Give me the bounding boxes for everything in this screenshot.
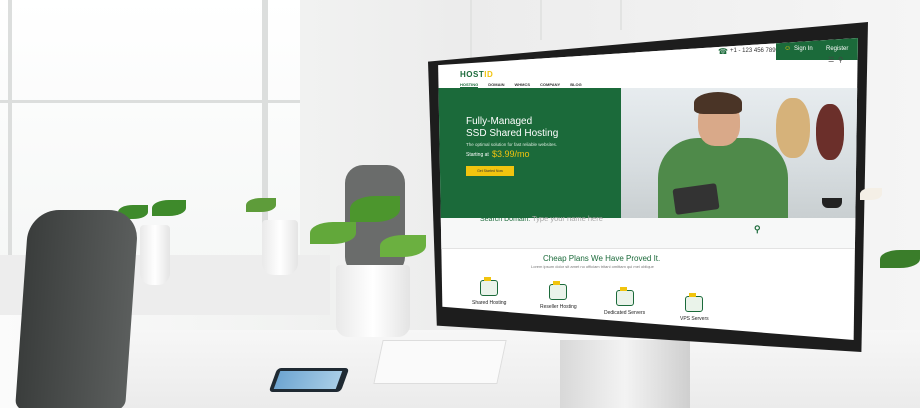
- flower: [860, 188, 882, 200]
- smartphone-screen: [273, 371, 343, 389]
- plant-leaf: [880, 250, 920, 268]
- office-scene: ☎ +1 - 123 456 7899 ☺ Sign In Register H…: [0, 0, 920, 408]
- hero-coffee-cup: [822, 198, 842, 208]
- search-domain-label: Search Domain:: [480, 216, 531, 223]
- plans-subtitle: Lorem ipsum dolor sit amet no officiam t…: [531, 264, 654, 269]
- plant-leaf: [350, 196, 400, 222]
- plans-title: Cheap Plans We Have Proved It.: [543, 254, 661, 263]
- monitor-screen: ☎ +1 - 123 456 7899 ☺ Sign In Register H…: [438, 38, 858, 340]
- smartphone: [268, 368, 350, 392]
- plan-item[interactable]: Reseller Hosting: [540, 281, 577, 310]
- register-link[interactable]: Register: [826, 46, 848, 52]
- plan-label: Reseller Hosting: [540, 304, 577, 310]
- domain-search-input[interactable]: [532, 212, 752, 224]
- phone-icon: ☎: [718, 47, 728, 56]
- plant-leaf: [310, 222, 356, 244]
- logo-accent: ID: [484, 70, 494, 79]
- plant-leaf: [380, 235, 426, 257]
- plant-pot: [336, 265, 410, 337]
- vps-servers-icon: [685, 293, 704, 312]
- office-chair-front: [15, 210, 139, 408]
- wall-tile-line: [540, 0, 542, 40]
- get-started-button[interactable]: Get Started Now: [466, 166, 514, 176]
- wall-tile-line: [620, 0, 622, 30]
- hero-person-hair: [694, 92, 742, 114]
- shared-hosting-icon: [480, 277, 499, 296]
- plan-item[interactable]: VPS Servers: [680, 293, 709, 322]
- monitor-stand: [560, 340, 690, 408]
- logo-text: HOST: [460, 70, 485, 79]
- plant-pot: [262, 220, 298, 275]
- hero-subtitle: The optimal solution for fast reliable w…: [466, 142, 558, 147]
- plant-leaf: [246, 198, 276, 212]
- plant-leaf: [152, 200, 186, 216]
- plan-item[interactable]: Dedicated Servers: [604, 287, 646, 316]
- hero-price: $3.99/mo: [492, 149, 530, 159]
- site-logo[interactable]: HOSTID: [460, 70, 493, 79]
- reseller-hosting-icon: [549, 281, 568, 300]
- notebook: [373, 340, 507, 384]
- search-button-icon[interactable]: ⚲: [754, 224, 761, 235]
- hero-person-background: [776, 98, 810, 158]
- plan-label: Shared Hosting: [472, 300, 507, 306]
- search-icon[interactable]: ⚲: [838, 56, 843, 64]
- hero-price-label: Starting at: [466, 152, 489, 158]
- window-frame: [0, 100, 300, 103]
- hero-title-line2: SSD Shared Hosting: [466, 128, 559, 139]
- plan-label: VPS Servers: [680, 316, 709, 322]
- user-icon: ☺: [784, 45, 792, 52]
- menu-icon[interactable]: ☰: [828, 56, 834, 64]
- site-phone-number: +1 - 123 456 7899: [730, 48, 779, 54]
- hero-title-line1: Fully-Managed: [466, 116, 533, 127]
- dedicated-servers-icon: [615, 287, 634, 306]
- plan-label: Dedicated Servers: [604, 310, 646, 316]
- plant-pot: [140, 225, 170, 285]
- sign-in-link[interactable]: Sign In: [794, 46, 813, 52]
- plan-item[interactable]: Shared Hosting: [472, 277, 507, 306]
- hero-person-background: [816, 104, 844, 160]
